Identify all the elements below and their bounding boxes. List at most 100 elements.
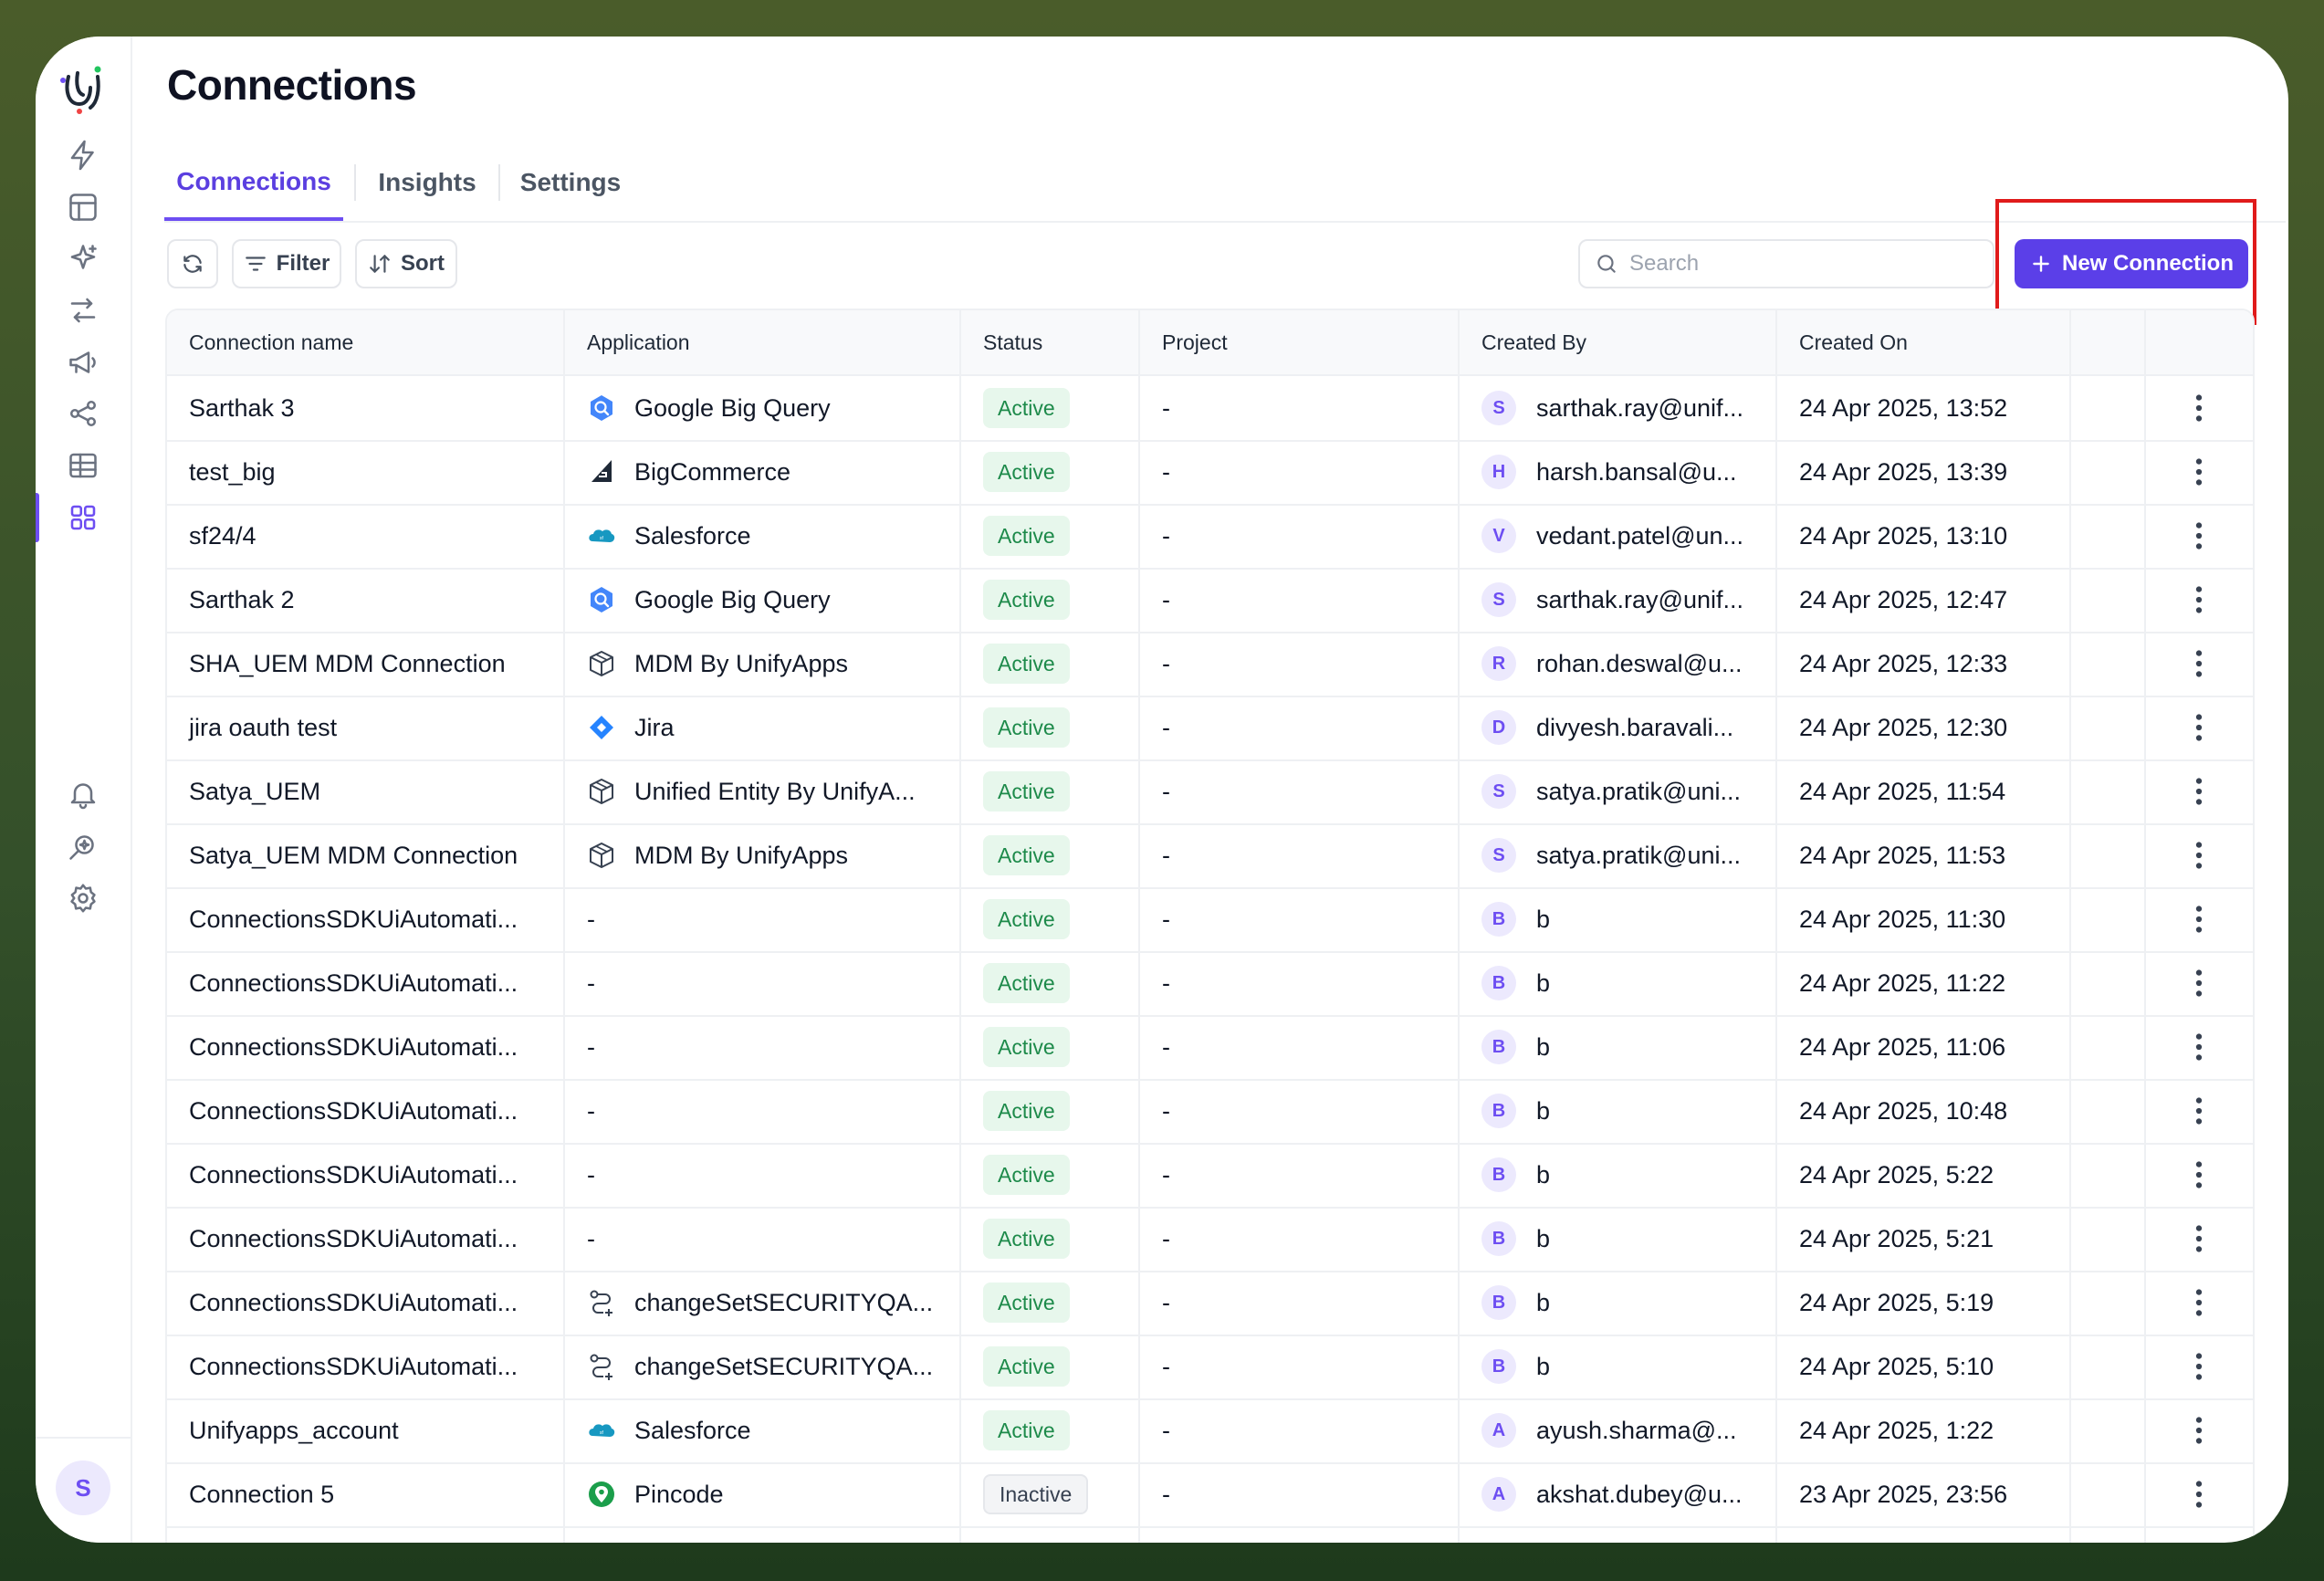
- row-actions-cell: [2146, 1335, 2252, 1398]
- column-header-project[interactable]: Project: [1140, 310, 1458, 374]
- connection-name-cell[interactable]: ConnectionsSDKUiAutomati...: [167, 1335, 563, 1398]
- column-header-status[interactable]: Status: [961, 310, 1138, 374]
- refresh-button[interactable]: [167, 239, 218, 288]
- created-on-date: 24 Apr 2025, 11:54: [1799, 777, 2006, 805]
- sidebar: S: [36, 37, 132, 1543]
- table-row[interactable]: SHA_UEM MDM Connection MDM By UnifyApps Ac…: [167, 632, 2253, 697]
- creator-email: b: [1536, 1096, 1551, 1125]
- creator-avatar: B: [1481, 1094, 1516, 1128]
- table-row[interactable]: Satya_UEM MDM Connection MDM By UnifyApps…: [167, 823, 2253, 889]
- creator-email: satya.pratik@uni...: [1536, 841, 1742, 869]
- table-row[interactable]: ConnectionsSDKUiAutomati... - Active - Bb 24 …: [167, 1079, 2253, 1145]
- connection-name-cell[interactable]: sf24/4: [167, 504, 563, 568]
- filter-button[interactable]: Filter: [232, 239, 341, 288]
- connection-name: ConnectionsSDKUiAutomati...: [189, 1224, 518, 1252]
- more-options-icon[interactable]: [2185, 1029, 2213, 1065]
- tab-settings[interactable]: Settings: [511, 146, 630, 219]
- connection-name-cell[interactable]: Satya_UEM: [167, 759, 563, 823]
- table-row[interactable]: ConnectionsSDKUiAutomati... - Active - Bb 24 …: [167, 951, 2253, 1017]
- sidebar-item-settings[interactable]: [36, 866, 131, 930]
- column-header-created-on[interactable]: Created On: [1777, 310, 2069, 374]
- application-name: -: [587, 905, 595, 933]
- application-cell: -: [565, 1143, 959, 1207]
- more-options-icon[interactable]: [2185, 965, 2213, 1001]
- more-options-icon[interactable]: [2185, 645, 2213, 682]
- table-row[interactable]: Sarthak 3 Google Big Query Active - Ssarthak…: [167, 376, 2253, 442]
- more-options-icon[interactable]: [2185, 1476, 2213, 1513]
- more-options-icon[interactable]: [2185, 1157, 2213, 1193]
- more-options-icon[interactable]: [2185, 454, 2213, 490]
- connection-name-cell[interactable]: ConnectionsSDKUiAutomati...: [167, 1271, 563, 1335]
- connection-name-cell[interactable]: ConnectionsSDKUiAutomati...: [167, 1143, 563, 1207]
- table-row[interactable]: ConnectionsSDKUiAutomati... - Active - Bb 24 …: [167, 1207, 2253, 1272]
- route-icon: [590, 1354, 612, 1380]
- search-input[interactable]: [1628, 250, 1978, 277]
- more-options-icon[interactable]: [2185, 390, 2213, 426]
- table-row[interactable]: Connection 5 Pincode Inactive - Aakshat.dube…: [167, 1462, 2253, 1528]
- connection-name-cell[interactable]: test_big: [167, 440, 563, 504]
- sidebar-item-grid-apps[interactable]: [36, 486, 131, 550]
- status-badge: Active: [983, 1346, 1070, 1387]
- table-row[interactable]: Unifyapps_account sf Salesforce Active - Aayu…: [167, 1398, 2253, 1464]
- created-on-cell: 24 Apr 2025, 11:54: [1777, 759, 2069, 823]
- created-on-date: 24 Apr 2025, 5:22: [1799, 1160, 1994, 1188]
- connection-name-cell[interactable]: Connection 5: [167, 1462, 563, 1526]
- user-avatar[interactable]: S: [56, 1461, 110, 1515]
- connection-name-cell[interactable]: jira oauth test: [167, 696, 563, 759]
- application-name: -: [587, 1160, 595, 1188]
- more-options-icon[interactable]: [2185, 1220, 2213, 1257]
- application-cell: BigCommerce: [565, 440, 959, 504]
- table-row[interactable]: Sarthak 2 Google Big Query Active - Ssarthak…: [167, 568, 2253, 633]
- table-row[interactable]: ConnectionsSDKUiAutomati... changeSetSECU…: [167, 1271, 2253, 1336]
- tab-connections[interactable]: Connections: [164, 146, 343, 221]
- sort-button[interactable]: Sort: [355, 239, 457, 288]
- connection-name-cell[interactable]: ConnectionsSDKUiAutomati...: [167, 1207, 563, 1271]
- table-row[interactable]: test_big BigCommerce Active - Hharsh.bansal@…: [167, 440, 2253, 506]
- cube-icon: [590, 843, 613, 868]
- table-row[interactable]: ConnectionsSDKUiAutomati... - Active - Bb 24 …: [167, 1143, 2253, 1209]
- application-cell: Unified Entity By UnifyA...: [565, 759, 959, 823]
- column-header-connection-name[interactable]: Connection name: [167, 310, 563, 374]
- connection-name-cell[interactable]: Unifyapps_account: [167, 1398, 563, 1462]
- table-row[interactable]: Satya_UEM Unified Entity By UnifyA... Acti…: [167, 759, 2253, 825]
- connection-name-cell[interactable]: ConnectionsSDKUiAutomati...: [167, 887, 563, 951]
- table-row[interactable]: ConnectionsSDKUiAutomati... - Active - Bb 24 …: [167, 887, 2253, 953]
- more-options-icon[interactable]: [2185, 1093, 2213, 1129]
- connection-name-cell[interactable]: Satya_UEM MDM Connection: [167, 823, 563, 887]
- more-options-icon[interactable]: [2185, 581, 2213, 618]
- more-options-icon[interactable]: [2185, 1412, 2213, 1449]
- connection-name-cell[interactable]: ConnectionsSDKUiAutomati...: [167, 1015, 563, 1079]
- connection-name-cell[interactable]: Sarthak 2: [167, 568, 563, 632]
- project-value: -: [1162, 521, 1170, 550]
- more-options-icon[interactable]: [2185, 1284, 2213, 1321]
- project-value: -: [1162, 649, 1170, 677]
- column-header-created-by[interactable]: Created By: [1460, 310, 1775, 374]
- column-header-application[interactable]: Application: [565, 310, 959, 374]
- project-cell: -: [1140, 1015, 1458, 1079]
- table-row[interactable]: sf24/4 sf Salesforce Active - Vvedant.patel@u…: [167, 504, 2253, 570]
- more-options-icon[interactable]: [2185, 1348, 2213, 1385]
- connection-name-cell[interactable]: ConnectionsSDKUiAutomati...: [167, 951, 563, 1015]
- connection-name: sf24/4: [189, 521, 256, 550]
- unifyapps-logo[interactable]: [56, 60, 110, 115]
- more-options-icon[interactable]: [2185, 773, 2213, 810]
- table-row[interactable]: jira oauth test Jira Active - Ddivyesh.barav…: [167, 696, 2253, 761]
- status-cell: Active: [961, 1398, 1138, 1462]
- connection-name-cell[interactable]: SHA_UEM MDM Connection: [167, 632, 563, 696]
- project-cell: -: [1140, 568, 1458, 632]
- row-actions-cell: [2146, 1079, 2252, 1143]
- more-options-icon[interactable]: [2185, 837, 2213, 874]
- tab-insights[interactable]: Insights: [367, 146, 487, 219]
- more-options-icon[interactable]: [2185, 901, 2213, 937]
- connection-name-cell[interactable]: ConnectionsSDKUiAutomati...: [167, 1079, 563, 1143]
- creator-email: b: [1536, 905, 1551, 933]
- project-value: -: [1162, 1032, 1170, 1061]
- bigquery-icon: [591, 587, 612, 613]
- table-row[interactable]: ConnectionsSDKUiAutomati... changeSetSECU…: [167, 1335, 2253, 1400]
- more-options-icon[interactable]: [2185, 518, 2213, 554]
- status-cell: Active: [961, 823, 1138, 887]
- table-row[interactable]: ConnectionsSDKUiAutomati... - Active - Bb 24 …: [167, 1015, 2253, 1081]
- creator-avatar: B: [1481, 966, 1516, 1000]
- connection-name-cell[interactable]: Sarthak 3: [167, 376, 563, 440]
- more-options-icon[interactable]: [2185, 709, 2213, 746]
